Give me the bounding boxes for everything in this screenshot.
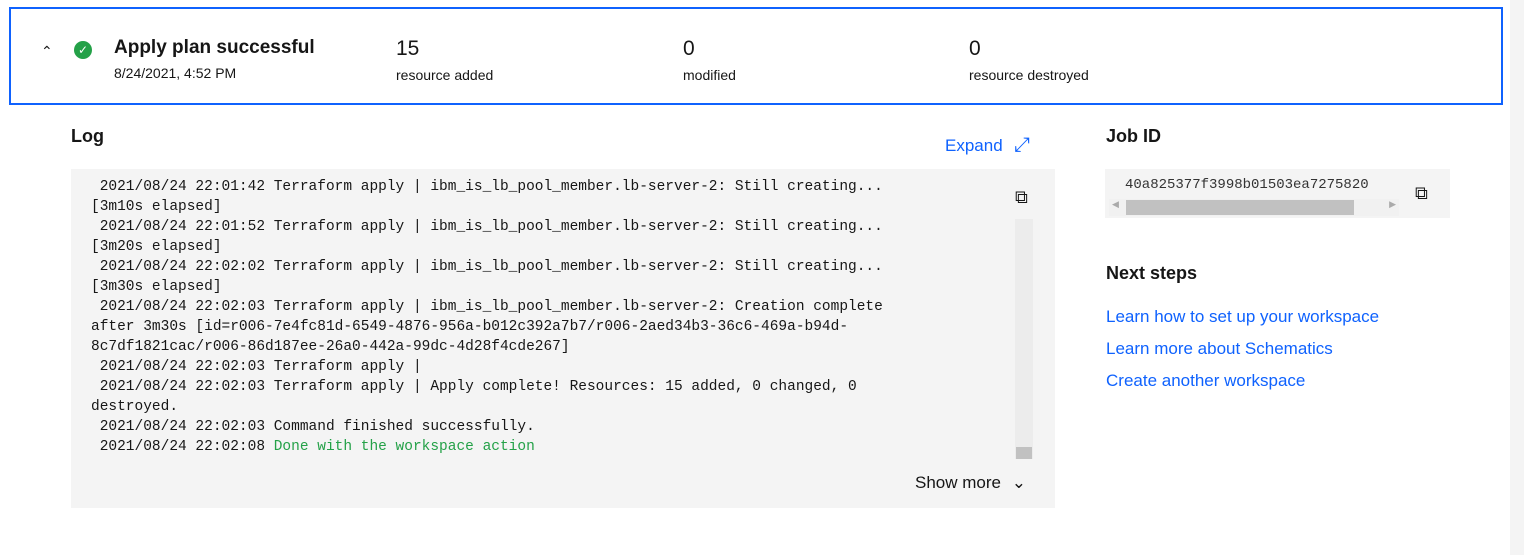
log-text: 2021/08/24 22:01:42 Terraform apply | ib… (91, 177, 991, 457)
stat-label: resource destroyed (969, 67, 1089, 83)
maximize-icon[interactable]: ⤢ (1014, 134, 1030, 157)
checkmark-success-icon: ✓ (74, 41, 92, 59)
job-panel: ⌃ ✓ Apply plan successful 8/24/2021, 4:5… (0, 0, 1510, 555)
chevron-up-icon[interactable]: ⌃ (41, 43, 53, 60)
chevron-down-icon: ⌄ (1011, 473, 1026, 492)
log-viewer: 2021/08/24 22:01:42 Terraform apply | ib… (71, 169, 1055, 508)
job-id-value[interactable]: 40a825377f3998b01503ea7275820 (1125, 177, 1400, 193)
stat-label: modified (683, 67, 736, 83)
log-line: 2021/08/24 22:02:03 Terraform apply | Ap… (91, 379, 857, 415)
job-id-scrollbar[interactable]: ◀ ▶ (1109, 199, 1399, 216)
stat-value: 15 (396, 37, 420, 60)
copy-icon[interactable]: ⧉ (1015, 187, 1028, 208)
job-id-heading: Job ID (1106, 126, 1162, 146)
status-title: Apply plan successful (114, 37, 315, 58)
log-success-message: Done with the workspace action (273, 439, 535, 455)
show-more-label: Show more (915, 473, 1001, 492)
expand-link[interactable]: Expand (945, 136, 1003, 156)
stat-value: 0 (969, 37, 981, 60)
link-create-workspace[interactable]: Create another workspace (1106, 371, 1305, 391)
log-line: 2021/08/24 22:01:42 Terraform apply | ib… (91, 179, 883, 215)
stat-modified: 0 modified (683, 37, 736, 83)
scrollbar-thumb[interactable] (1126, 200, 1354, 215)
log-timestamp: 2021/08/24 22:02:08 (91, 439, 274, 455)
scrollbar-thumb[interactable] (1016, 447, 1032, 459)
log-line: 2021/08/24 22:02:03 Terraform apply | ib… (91, 299, 883, 355)
stat-destroyed: 0 resource destroyed (969, 37, 1089, 83)
link-learn-schematics[interactable]: Learn more about Schematics (1106, 339, 1333, 359)
copy-icon[interactable]: ⧉ (1415, 183, 1428, 204)
log-line: 2021/08/24 22:01:52 Terraform apply | ib… (91, 219, 883, 255)
log-scrollbar[interactable] (1015, 219, 1033, 459)
log-line: 2021/08/24 22:02:03 Command finished suc… (91, 419, 535, 435)
next-steps-heading: Next steps (1106, 263, 1198, 283)
stat-value: 0 (683, 37, 695, 60)
stat-label: resource added (396, 67, 494, 83)
log-heading: Log (71, 126, 104, 146)
log-line-last: 2021/08/24 22:02:08 Done with the worksp… (91, 437, 991, 457)
job-id-field: 40a825377f3998b01503ea7275820 ◀ ▶ ⧉ (1105, 169, 1450, 218)
log-line: 2021/08/24 22:02:02 Terraform apply | ib… (91, 259, 883, 295)
job-summary-header[interactable]: ⌃ ✓ Apply plan successful 8/24/2021, 4:5… (9, 7, 1503, 105)
status-date: 8/24/2021, 4:52 PM (114, 65, 237, 81)
link-setup-workspace[interactable]: Learn how to set up your workspace (1106, 307, 1379, 327)
show-more-button[interactable]: Show more ⌄ (915, 473, 1026, 493)
log-line: 2021/08/24 22:02:03 Terraform apply | (91, 359, 422, 375)
stat-added: 15 resource added (396, 37, 493, 83)
